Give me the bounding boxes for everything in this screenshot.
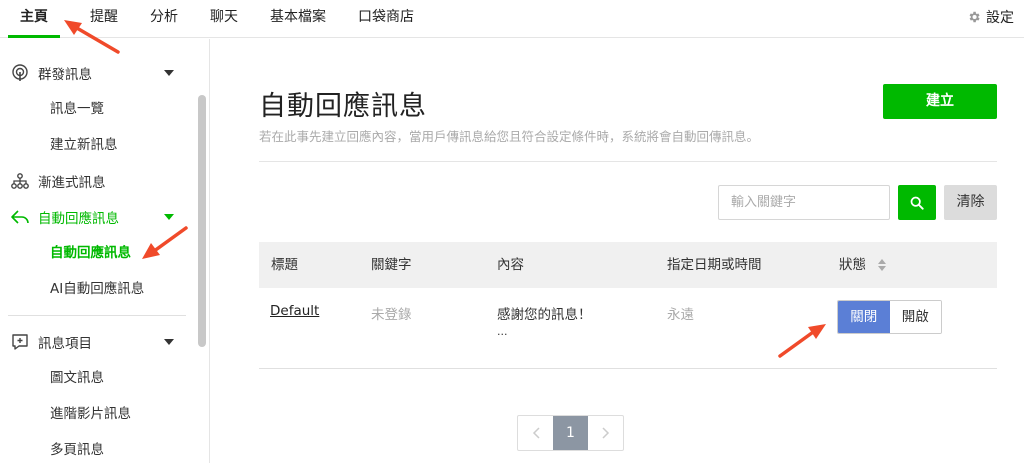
reply-icon: [11, 210, 29, 224]
chevron-right-icon: [601, 427, 609, 439]
tab-chat[interactable]: 聊天: [206, 0, 242, 38]
status-toggle[interactable]: 關閉 開啟: [837, 300, 942, 334]
sidebar-item-label: 漸進式訊息: [38, 175, 106, 191]
clear-button[interactable]: 清除: [944, 185, 997, 220]
sidebar-group-auto-reply[interactable]: 自動回應訊息: [0, 199, 196, 235]
sidebar-group-message-items[interactable]: 訊息項目: [0, 324, 196, 360]
table-header: 標題 關鍵字 內容 指定日期或時間 狀態: [259, 242, 997, 288]
sidebar-group-label: 自動回應訊息: [38, 211, 119, 227]
tab-pocket-shop[interactable]: 口袋商店: [354, 0, 418, 38]
row-content: 感謝您的訊息！: [497, 307, 592, 323]
sidebar-group-label: 訊息項目: [38, 336, 92, 352]
divider: [259, 161, 997, 162]
create-button[interactable]: 建立: [883, 84, 997, 119]
tab-profile[interactable]: 基本檔案: [266, 0, 330, 38]
broadcast-icon: [12, 64, 28, 81]
settings-button[interactable]: 設定: [967, 0, 1014, 34]
sidebar-item-message-list[interactable]: 訊息一覽: [50, 91, 104, 127]
row-title-link[interactable]: Default: [270, 303, 319, 319]
top-bar: 主頁 提醒 分析 聊天 基本檔案 口袋商店 設定: [0, 0, 1024, 38]
gear-icon: [969, 11, 980, 23]
sidebar-item-step-messages[interactable]: 漸進式訊息: [0, 163, 196, 199]
settings-label: 設定: [986, 10, 1014, 26]
row-content-more: ...: [497, 325, 508, 338]
page-title: 自動回應訊息: [259, 91, 427, 122]
tab-home[interactable]: 主頁: [8, 0, 60, 38]
sidebar-divider: [8, 315, 186, 316]
tab-analytics[interactable]: 分析: [146, 0, 182, 38]
row-keyword: 未登錄: [371, 307, 412, 323]
chevron-down-icon: [164, 339, 174, 345]
page-description: 若在此事先建立回應內容，當用戶傳訊息給您且符合設定條件時，系統將會自動回傳訊息。: [259, 129, 760, 144]
main-content: 自動回應訊息 若在此事先建立回應內容，當用戶傳訊息給您且符合設定條件時，系統將會…: [211, 39, 1024, 463]
sidebar-item-new-message[interactable]: 建立新訊息: [50, 127, 118, 163]
sidebar-item-rich-message[interactable]: 圖文訊息: [50, 360, 104, 396]
sidebar-group-broadcast[interactable]: 群發訊息: [0, 55, 196, 91]
chevron-down-icon: [164, 214, 174, 220]
tab-reminders[interactable]: 提醒: [86, 0, 122, 38]
hierarchy-icon: [11, 173, 29, 189]
divider: [259, 368, 997, 369]
next-page-button[interactable]: [588, 416, 623, 450]
column-status[interactable]: 狀態: [839, 242, 887, 288]
sidebar-scrollbar[interactable]: [198, 95, 206, 347]
chevron-down-icon: [164, 70, 174, 76]
pagination: 1: [517, 415, 624, 451]
sidebar-item-ai-auto-reply[interactable]: AI自動回應訊息: [50, 271, 144, 307]
prev-page-button[interactable]: [518, 416, 553, 450]
status-on-button[interactable]: 開啟: [889, 301, 941, 333]
status-off-button[interactable]: 關閉: [838, 301, 890, 333]
top-nav: 主頁 提醒 分析 聊天 基本檔案 口袋商店: [0, 0, 1024, 38]
column-status-label: 狀態: [839, 257, 866, 273]
column-content: 內容: [497, 257, 524, 273]
chevron-left-icon: [532, 427, 540, 439]
add-message-icon: [12, 334, 28, 350]
column-schedule: 指定日期或時間: [667, 257, 762, 273]
column-keyword: 關鍵字: [371, 257, 412, 273]
row-schedule: 永遠: [667, 307, 694, 323]
sidebar-item-rich-video[interactable]: 進階影片訊息: [50, 396, 131, 432]
sidebar-item-auto-reply[interactable]: 自動回應訊息: [50, 235, 131, 271]
sort-icon[interactable]: [878, 259, 887, 271]
page-number[interactable]: 1: [553, 416, 588, 450]
sidebar: 群發訊息 訊息一覽 建立新訊息 漸進式訊息 自動回應訊息 自動回應訊息 AI自動…: [0, 39, 210, 463]
search-icon: [910, 196, 924, 210]
column-title: 標題: [271, 257, 298, 273]
sidebar-group-label: 群發訊息: [38, 67, 92, 83]
search-input[interactable]: [718, 185, 890, 220]
search-button[interactable]: [898, 185, 936, 220]
